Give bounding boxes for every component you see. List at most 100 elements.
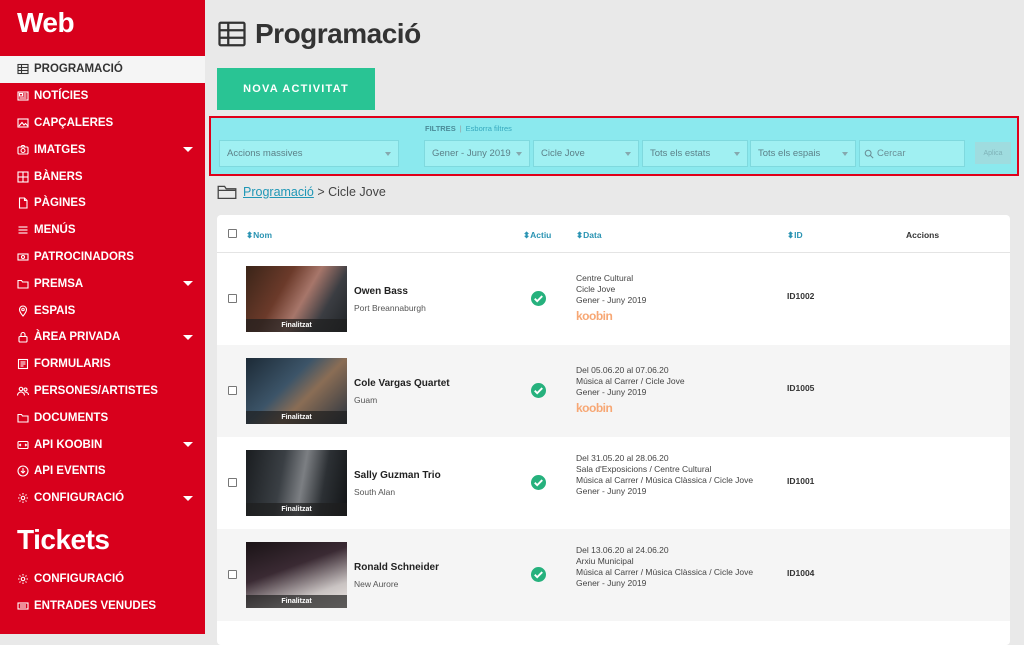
- api-icon: [16, 438, 30, 452]
- sidebar-item-area-privada[interactable]: ÀREA PRIVADA: [0, 324, 205, 351]
- sidebar-item-label: IMATGES: [34, 143, 86, 156]
- mass-actions-select[interactable]: Accions massives: [219, 140, 399, 167]
- activity-id: ID1002: [787, 291, 815, 301]
- sidebar-item-api-koobin[interactable]: API KOOBIN: [0, 431, 205, 458]
- chevron-down-icon[interactable]: [183, 495, 193, 501]
- select-all-checkbox[interactable]: [228, 229, 237, 238]
- lock-icon: [16, 330, 30, 344]
- status-caption: Finalitzat: [246, 595, 347, 608]
- sidebar-item-label: PÀGINES: [34, 197, 86, 210]
- table-icon: [16, 62, 30, 76]
- breadcrumb-link-programacio[interactable]: Programació: [243, 185, 314, 199]
- period-select[interactable]: Gener - Juny 2019: [424, 140, 530, 167]
- chevron-down-icon: [734, 152, 740, 156]
- activity-location: Guam: [354, 395, 378, 405]
- sidebar: Web PROGRAMACIÓ NOTÍCIES CAPÇALERES IMATGES…: [0, 0, 205, 634]
- sidebar-item-menus[interactable]: MENÚS: [0, 217, 205, 244]
- sidebar-item-api-eventis[interactable]: API EVENTIS: [0, 458, 205, 485]
- sidebar-item-patrocinadors[interactable]: PATROCINADORS: [0, 244, 205, 271]
- chevron-down-icon[interactable]: [183, 442, 193, 448]
- breadcrumb: Programació > Cicle Jove: [217, 184, 386, 200]
- search-input[interactable]: Cercar: [859, 140, 965, 167]
- active-check-icon[interactable]: [531, 383, 546, 398]
- sort-name-header[interactable]: ⬍Nom: [246, 230, 272, 241]
- grid-icon: [16, 170, 30, 184]
- activity-thumbnail[interactable]: Finalitzat: [246, 542, 347, 608]
- table-row[interactable]: Finalitzat Ronald Schneider New Aurore Del …: [217, 529, 1010, 621]
- activity-name[interactable]: Sally Guzman Trio: [354, 470, 441, 481]
- sidebar-item-label: ESPAIS: [34, 304, 76, 317]
- chevron-down-icon: [385, 152, 391, 156]
- sidebar-item-label: NOTÍCIES: [34, 90, 89, 103]
- sidebar-item-imatges[interactable]: IMATGES: [0, 136, 205, 163]
- sidebar-item-label: ENTRADES VENUDES: [34, 599, 157, 612]
- sidebar-item-entrades-venudes[interactable]: ENTRADES VENUDES: [0, 592, 205, 619]
- table-row[interactable]: Finalitzat Cole Vargas Quartet Guam Del 05.…: [217, 345, 1010, 437]
- sidebar-item-label: PROGRAMACIÓ: [34, 63, 123, 76]
- activity-id: ID1005: [787, 383, 815, 393]
- sidebar-item-programacio[interactable]: PROGRAMACIÓ: [0, 56, 205, 83]
- cycle-select[interactable]: Cicle Jove: [533, 140, 639, 167]
- activity-thumbnail[interactable]: Finalitzat: [246, 358, 347, 424]
- activity-name[interactable]: Cole Vargas Quartet: [354, 378, 450, 389]
- sort-active-header[interactable]: ⬍Actiu: [523, 230, 551, 241]
- clear-filters-link[interactable]: Esborra filtres: [466, 124, 512, 133]
- sidebar-item-capcaleres[interactable]: CAPÇALERES: [0, 110, 205, 137]
- chevron-down-icon: [842, 152, 848, 156]
- activity-id: ID1004: [787, 568, 815, 578]
- sidebar-item-persones-artistes[interactable]: PERSONES/ARTISTES: [0, 378, 205, 405]
- active-check-icon[interactable]: [531, 567, 546, 582]
- row-checkbox[interactable]: [228, 478, 237, 487]
- page-icon: [16, 196, 30, 210]
- new-activity-button[interactable]: NOVA ACTIVITAT: [217, 68, 375, 110]
- active-check-icon[interactable]: [531, 291, 546, 306]
- sidebar-item-label: PERSONES/ARTISTES: [34, 384, 158, 397]
- actions-header: Accions: [906, 230, 940, 240]
- sort-date-header[interactable]: ⬍Data: [576, 230, 602, 241]
- sidebar-item-formularis[interactable]: FORMULARIS: [0, 351, 205, 378]
- row-checkbox[interactable]: [228, 570, 237, 579]
- filters-bar: FILTRES | Esborra filtres Accions massives…: [209, 116, 1019, 176]
- chevron-down-icon[interactable]: [183, 147, 193, 153]
- row-checkbox[interactable]: [228, 294, 237, 303]
- sidebar-item-configuracio[interactable]: CONFIGURACIÓ: [0, 485, 205, 512]
- gear-icon: [16, 491, 30, 505]
- chevron-down-icon[interactable]: [183, 281, 193, 287]
- search-icon: [864, 149, 874, 159]
- sidebar-item-label: PREMSA: [34, 277, 84, 290]
- status-select[interactable]: Tots els estats: [642, 140, 748, 167]
- activity-details: Centre Cultural Cicle Jove Gener - Juny 20…: [576, 273, 647, 323]
- table-row[interactable]: Finalitzat Sally Guzman Trio South Alan Del…: [217, 437, 1010, 529]
- activity-details: Del 05.06.20 al 07.06.20 Música al Carrer…: [576, 365, 685, 415]
- active-check-icon[interactable]: [531, 475, 546, 490]
- activity-name[interactable]: Ronald Schneider: [354, 562, 439, 573]
- sidebar-item-baners[interactable]: BÀNERS: [0, 163, 205, 190]
- activity-details: Del 13.06.20 al 24.06.20 Arxiu Municipal M…: [576, 545, 754, 588]
- activity-thumbnail[interactable]: Finalitzat: [246, 450, 347, 516]
- sidebar-item-configuracio[interactable]: CONFIGURACIÓ: [0, 566, 205, 593]
- sidebar-item-documents[interactable]: DOCUMENTS: [0, 404, 205, 431]
- money-icon: [16, 250, 30, 264]
- table-row[interactable]: Finalitzat Owen Bass Port Breannaburgh Cent…: [217, 253, 1010, 345]
- main-content: Programació NOVA ACTIVITAT FILTRES | Esbor…: [205, 0, 1024, 645]
- sort-id-header[interactable]: ⬍ID: [787, 230, 803, 241]
- sidebar-item-noticies[interactable]: NOTÍCIES: [0, 83, 205, 110]
- sidebar-item-label: CAPÇALERES: [34, 116, 114, 129]
- sidebar-item-pagines[interactable]: PÀGINES: [0, 190, 205, 217]
- row-checkbox[interactable]: [228, 386, 237, 395]
- activity-location: South Alan: [354, 487, 396, 497]
- pin-icon: [16, 304, 30, 318]
- activity-thumbnail[interactable]: Finalitzat: [246, 266, 347, 332]
- status-caption: Finalitzat: [246, 411, 347, 424]
- sidebar-item-label: MENÚS: [34, 224, 76, 237]
- spaces-select[interactable]: Tots els espais: [750, 140, 856, 167]
- sidebar-item-espais[interactable]: ESPAIS: [0, 297, 205, 324]
- sidebar-item-premsa[interactable]: PREMSA: [0, 270, 205, 297]
- brand-web: Web: [17, 7, 75, 38]
- apply-filters-button[interactable]: Aplica: [975, 142, 1011, 164]
- activity-name[interactable]: Owen Bass: [354, 286, 408, 297]
- gear-icon: [16, 572, 30, 586]
- activities-table: ⬍Nom ⬍Actiu ⬍Data ⬍ID Accions Finalitzat…: [217, 215, 1010, 645]
- chevron-down-icon[interactable]: [183, 334, 193, 340]
- sidebar-item-label: FORMULARIS: [34, 358, 111, 371]
